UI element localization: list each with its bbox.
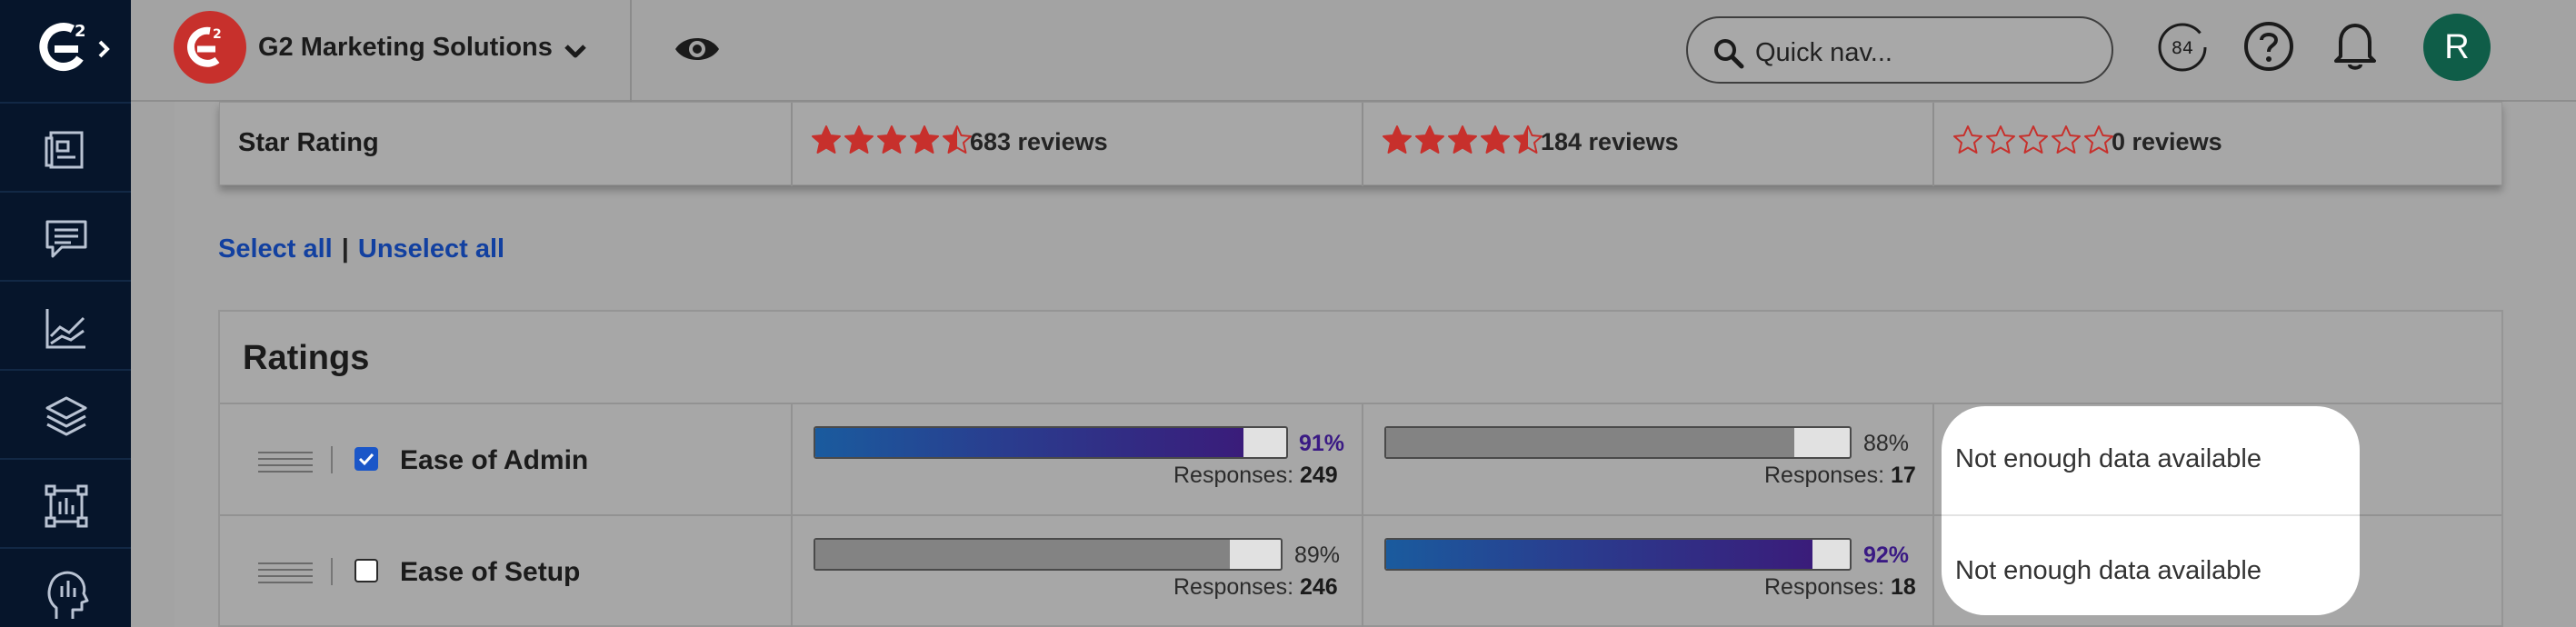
star-icon: [2084, 125, 2113, 154]
rating-row-label: Ease of Setup: [400, 557, 581, 587]
listings-icon[interactable]: [35, 118, 98, 182]
responses-count: Responses: 246: [1173, 574, 1338, 600]
rating-percent: 89%: [1294, 542, 1341, 568]
eye-icon[interactable]: [672, 31, 723, 67]
star-icon: [1953, 125, 1982, 154]
sidebar-divider: [0, 547, 131, 549]
quick-nav-search[interactable]: Quick nav...: [1686, 16, 2113, 84]
rating-percent: 88%: [1863, 431, 1910, 456]
organization-name[interactable]: G2 Marketing Solutions: [258, 33, 553, 63]
g2-brand-logo-icon[interactable]: 2: [174, 11, 246, 84]
profile-score-ring[interactable]: 84: [2156, 21, 2209, 74]
column-divider: [1362, 403, 1363, 627]
sidebar-divider: [0, 280, 131, 282]
rating-bar: [1384, 426, 1852, 459]
star-icon: [1383, 125, 1412, 154]
drag-handle-icon[interactable]: [258, 560, 313, 585]
review-count: 184 reviews: [1541, 128, 1679, 155]
star-icon: [2052, 125, 2081, 154]
star-rating-icons: [1382, 124, 1543, 155]
svg-text:2: 2: [75, 22, 86, 41]
canvas-icon[interactable]: [35, 474, 98, 538]
unselect-all-link[interactable]: Unselect all: [358, 234, 504, 264]
rating-bar-fill: [1386, 428, 1794, 457]
g2-logo-icon[interactable]: 2: [33, 16, 120, 82]
row-checkbox[interactable]: [354, 559, 378, 582]
column-divider: [791, 403, 793, 627]
user-avatar[interactable]: R: [2423, 14, 2491, 81]
star-rating-icons: [811, 124, 973, 155]
column-divider: [1362, 103, 1363, 186]
handle-divider: [331, 558, 333, 585]
selection-links: Select all | Unselect all: [218, 234, 504, 264]
rating-percent: 91%: [1299, 431, 1345, 456]
star-rating-label: Star Rating: [238, 128, 379, 157]
responses-count: Responses: 17: [1764, 463, 1916, 488]
responses-count: Responses: 249: [1173, 463, 1338, 488]
reviews-icon[interactable]: [35, 207, 98, 271]
star-icon: [844, 125, 874, 154]
column-divider: [791, 103, 793, 186]
review-count: 683 reviews: [970, 128, 1108, 155]
star-icon: [943, 125, 972, 154]
rating-bar-fill: [815, 428, 1244, 457]
star-icon: [1986, 125, 2015, 154]
star-icon: [1513, 125, 1543, 154]
row-divider: [220, 403, 2501, 404]
star-rating-icons: [1952, 124, 2114, 155]
star-icon: [2019, 125, 2048, 154]
analytics-icon[interactable]: [35, 296, 98, 360]
star-icon: [877, 125, 906, 154]
chevron-down-icon[interactable]: [561, 36, 590, 65]
drag-handle-icon[interactable]: [258, 449, 313, 474]
svg-text:2: 2: [213, 27, 222, 42]
column-divider: [1932, 103, 1934, 186]
star-icon: [812, 125, 841, 154]
help-icon[interactable]: [2242, 20, 2295, 73]
rating-bar-fill: [815, 540, 1230, 569]
star-icon: [1415, 125, 1444, 154]
rating-bar: [1384, 538, 1852, 571]
row-checkbox[interactable]: [354, 447, 378, 471]
header-divider: [630, 0, 632, 102]
responses-count: Responses: 18: [1764, 574, 1916, 600]
bell-icon[interactable]: [2330, 18, 2381, 73]
star-rating-row: Star Rating 683 reviews 184 reviews 0 re…: [219, 102, 2502, 186]
search-icon: [1713, 38, 1744, 69]
rating-bar: [814, 426, 1288, 459]
head-insights-icon[interactable]: [35, 562, 98, 625]
handle-divider: [331, 446, 333, 473]
select-all-link[interactable]: Select all: [218, 234, 333, 264]
section-title: Ratings: [243, 339, 370, 377]
profile-score: 84: [2172, 38, 2193, 58]
left-sidebar: 2: [0, 0, 131, 627]
star-icon: [1448, 125, 1477, 154]
rating-row-label: Ease of Admin: [400, 445, 589, 475]
sidebar-divider: [0, 369, 131, 371]
no-data-message: Not enough data available: [1955, 556, 2261, 585]
row-divider: [1942, 514, 2360, 516]
rating-percent: 92%: [1863, 542, 1910, 568]
quick-nav-placeholder: Quick nav...: [1755, 38, 1892, 67]
sidebar-divider: [0, 458, 131, 460]
review-count: 0 reviews: [2112, 128, 2222, 155]
star-icon: [910, 125, 939, 154]
column-divider: [1932, 403, 1934, 627]
sidebar-divider: [0, 191, 131, 193]
sidebar-divider: [0, 102, 131, 104]
no-data-message: Not enough data available: [1955, 444, 2261, 473]
link-separator: |: [341, 234, 349, 264]
star-icon: [1481, 125, 1510, 154]
rating-bar: [814, 538, 1283, 571]
top-header: 2 G2 Marketing Solutions Quick nav... 84: [131, 0, 2576, 102]
rating-bar-fill: [1386, 540, 1813, 569]
layers-icon[interactable]: [35, 385, 98, 449]
